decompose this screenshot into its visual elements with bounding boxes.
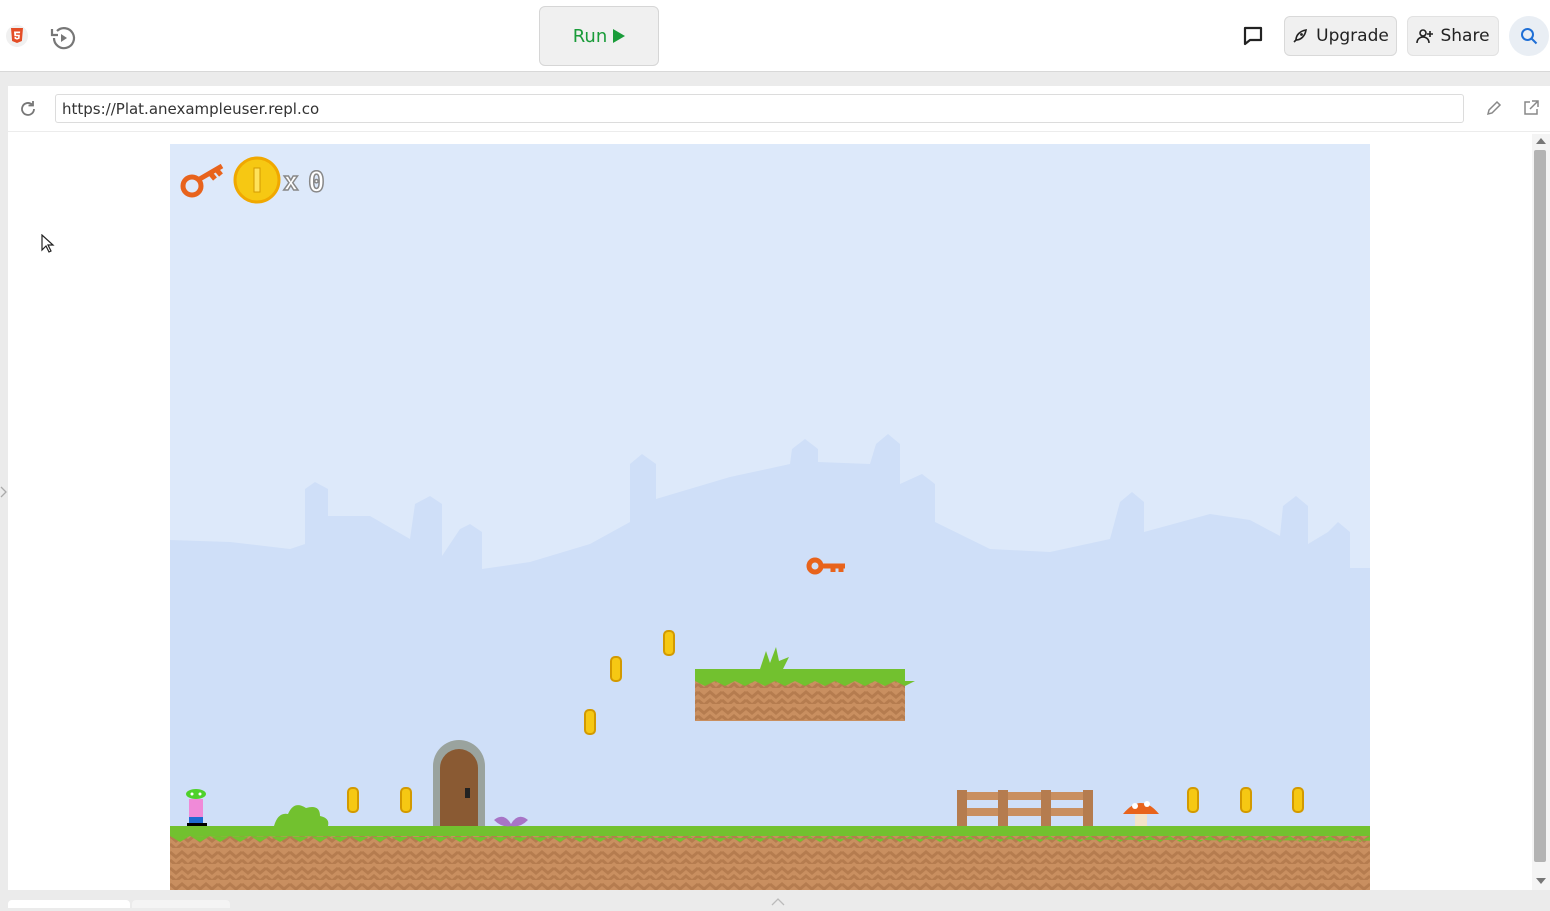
coin-pickup <box>1187 787 1199 813</box>
door <box>433 740 485 826</box>
chat-icon[interactable] <box>1238 22 1268 50</box>
search-icon <box>1521 28 1538 45</box>
floating-platform <box>695 669 915 721</box>
url-input[interactable] <box>55 94 1464 123</box>
upgrade-button[interactable]: Upgrade <box>1284 16 1397 56</box>
coin-pickup <box>610 656 622 682</box>
coin-pickup <box>663 630 675 656</box>
coin-pickup <box>400 787 412 813</box>
html5-icon[interactable] <box>6 25 28 47</box>
coin-pickup <box>584 709 596 735</box>
play-icon <box>613 29 626 43</box>
run-button[interactable]: Run <box>539 6 659 66</box>
ground <box>170 826 1370 890</box>
hud-key-icon <box>180 163 224 198</box>
history-icon[interactable] <box>48 23 78 53</box>
scroll-up-arrow-icon[interactable] <box>1536 138 1546 144</box>
top-toolbar: Run Upgrade Share <box>0 0 1550 72</box>
coin-pickup <box>1292 787 1304 813</box>
pencil-icon[interactable] <box>1484 98 1504 118</box>
add-user-icon <box>1416 29 1434 44</box>
background-hills <box>170 434 1370 890</box>
address-bar <box>8 86 1550 132</box>
share-button[interactable]: Share <box>1407 16 1499 56</box>
bottom-pane-strip <box>0 890 1550 908</box>
chevron-up-icon[interactable] <box>770 892 786 906</box>
search-button[interactable] <box>1509 16 1549 56</box>
rocket-icon <box>1293 29 1308 43</box>
bottom-tab[interactable] <box>132 900 230 908</box>
vertical-scrollbar[interactable] <box>1532 134 1550 890</box>
mouse-cursor-icon <box>41 233 55 254</box>
run-button-label: Run <box>572 25 608 47</box>
scrollbar-thumb[interactable] <box>1534 150 1546 862</box>
upgrade-button-label: Upgrade <box>1316 26 1389 46</box>
hud-coin-count: 0 <box>308 165 325 198</box>
scroll-down-arrow-icon[interactable] <box>1536 878 1546 884</box>
hud-times-glyph: x <box>283 167 299 197</box>
bottom-tab[interactable] <box>8 900 130 908</box>
hud-coin-icon <box>233 156 281 204</box>
external-link-icon[interactable] <box>1521 98 1541 118</box>
game-canvas[interactable]: x 0 <box>170 144 1370 890</box>
reload-icon[interactable] <box>18 99 38 119</box>
coin-pickup <box>347 787 359 813</box>
sidebar-expand-icon[interactable] <box>0 484 8 500</box>
share-button-label: Share <box>1440 26 1490 46</box>
coin-pickup <box>1240 787 1252 813</box>
